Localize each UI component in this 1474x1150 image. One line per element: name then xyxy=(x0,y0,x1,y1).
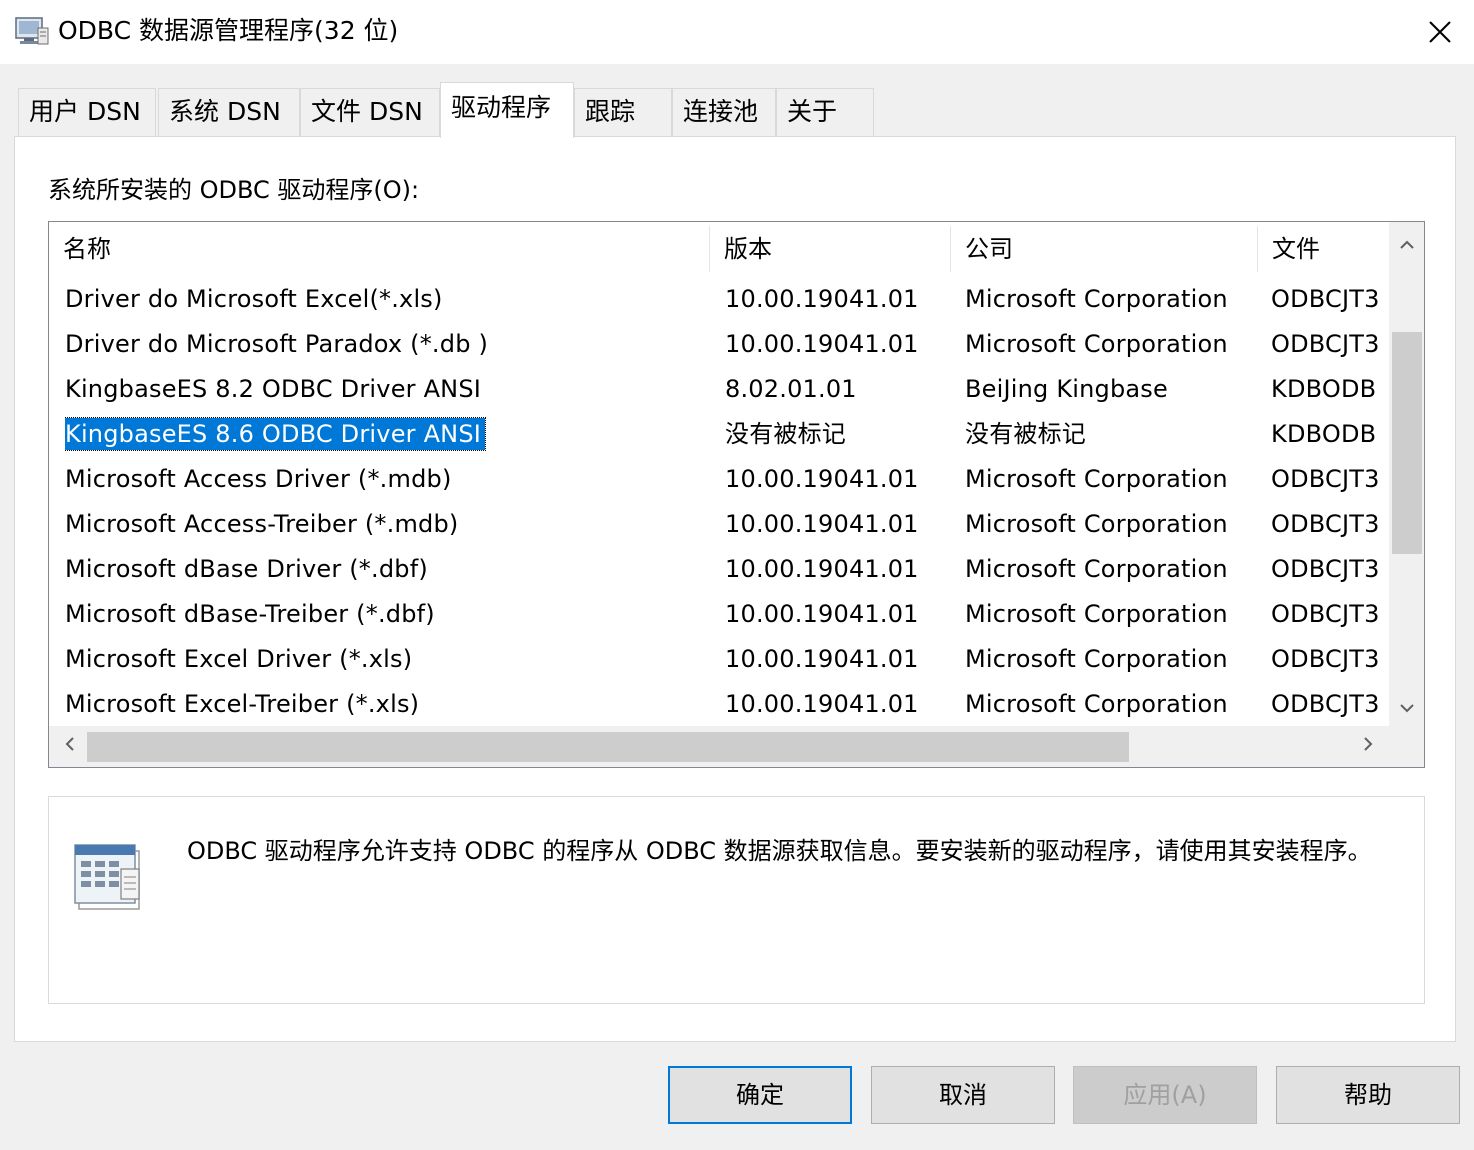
close-button[interactable] xyxy=(1412,10,1468,54)
driver-name: KingbaseES 8.6 ODBC Driver ANSI xyxy=(65,412,705,457)
driver-version: 8.02.01.01 xyxy=(725,375,857,403)
table-row[interactable]: Driver do Microsoft Paradox (*.db ) 10.0… xyxy=(49,322,1389,367)
table-row[interactable]: Microsoft Access Driver (*.mdb) 10.00.19… xyxy=(49,457,1389,502)
driver-version: 10.00.19041.01 xyxy=(725,465,919,493)
driver-version: 10.00.19041.01 xyxy=(725,690,919,718)
driver-version: 10.00.19041.01 xyxy=(725,555,919,583)
horizontal-scroll-thumb[interactable] xyxy=(87,732,1129,762)
table-row-selected[interactable]: KingbaseES 8.6 ODBC Driver ANSI 没有被标记 没有… xyxy=(49,412,1389,457)
scroll-up-arrow-icon[interactable] xyxy=(1389,226,1424,262)
driver-name: KingbaseES 8.2 ODBC Driver ANSI xyxy=(65,375,482,403)
driver-company: Microsoft Corporation xyxy=(965,600,1228,628)
driver-company: Microsoft Corporation xyxy=(965,330,1228,358)
tab-tracing[interactable]: 跟踪 xyxy=(574,88,672,136)
tab-connection-pooling[interactable]: 连接池 xyxy=(672,88,776,136)
ok-button[interactable]: 确定 xyxy=(668,1066,852,1124)
driver-info-text: ODBC 驱动程序允许支持 ODBC 的程序从 ODBC 数据源获取信息。要安装… xyxy=(187,837,1372,865)
driver-version: 10.00.19041.01 xyxy=(725,510,919,538)
table-row[interactable]: Microsoft Access-Treiber (*.mdb) 10.00.1… xyxy=(49,502,1389,547)
odbc-driver-icon xyxy=(73,841,145,917)
scroll-left-arrow-icon[interactable] xyxy=(51,729,87,765)
driver-company: Microsoft Corporation xyxy=(965,285,1228,313)
driver-file: ODBCJT3 xyxy=(1271,555,1380,583)
table-row[interactable]: KingbaseES 8.2 ODBC Driver ANSI 8.02.01.… xyxy=(49,367,1389,412)
close-icon xyxy=(1429,21,1451,43)
driver-version: 10.00.19041.01 xyxy=(725,645,919,673)
driver-file: ODBCJT3 xyxy=(1271,465,1380,493)
driver-name: Microsoft dBase Driver (*.dbf) xyxy=(65,555,428,583)
driver-name: Microsoft Excel Driver (*.xls) xyxy=(65,645,413,673)
driver-file: ODBCJT3 xyxy=(1271,690,1380,718)
table-row[interactable]: Microsoft dBase Driver (*.dbf) 10.00.190… xyxy=(49,547,1389,592)
window-title: ODBC 数据源管理程序(32 位) xyxy=(58,16,399,45)
driver-company: 没有被标记 xyxy=(965,420,1086,448)
vertical-scrollbar[interactable] xyxy=(1389,222,1424,726)
driver-version: 10.00.19041.01 xyxy=(725,600,919,628)
apply-button[interactable]: 应用(A) xyxy=(1073,1066,1257,1124)
driver-company: Microsoft Corporation xyxy=(965,645,1228,673)
table-row[interactable]: Microsoft dBase-Treiber (*.dbf) 10.00.19… xyxy=(49,592,1389,637)
table-row[interactable]: Driver do Microsoft Excel(*.xls) 10.00.1… xyxy=(49,277,1389,322)
driver-name: Microsoft Access Driver (*.mdb) xyxy=(65,465,452,493)
driver-info-box: ODBC 驱动程序允许支持 ODBC 的程序从 ODBC 数据源获取信息。要安装… xyxy=(48,796,1425,1004)
driver-name: Microsoft dBase-Treiber (*.dbf) xyxy=(65,600,435,628)
horizontal-scrollbar[interactable] xyxy=(49,726,1389,767)
drivers-list[interactable]: 名称 版本 公司 文件 Driver do Microsoft Excel(*.… xyxy=(48,221,1425,768)
driver-version: 没有被标记 xyxy=(725,420,846,448)
tab-about[interactable]: 关于 xyxy=(776,88,874,136)
driver-name: Driver do Microsoft Excel(*.xls) xyxy=(65,285,443,313)
tab-system-dsn[interactable]: 系统 DSN xyxy=(158,88,300,136)
help-button[interactable]: 帮助 xyxy=(1276,1066,1460,1124)
driver-company: Microsoft Corporation xyxy=(965,510,1228,538)
driver-file: ODBCJT3 xyxy=(1271,330,1380,358)
vertical-scroll-thumb[interactable] xyxy=(1392,332,1422,554)
cancel-button[interactable]: 取消 xyxy=(871,1066,1055,1124)
table-row[interactable]: Microsoft Excel Driver (*.xls) 10.00.190… xyxy=(49,637,1389,682)
drivers-list-label: 系统所安装的 ODBC 驱动程序(O): xyxy=(48,176,420,204)
odbc-app-icon xyxy=(14,14,50,46)
tab-file-dsn[interactable]: 文件 DSN xyxy=(300,88,440,136)
driver-version: 10.00.19041.01 xyxy=(725,330,919,358)
scroll-right-arrow-icon[interactable] xyxy=(1351,729,1387,765)
driver-company: Microsoft Corporation xyxy=(965,555,1228,583)
table-row[interactable]: Microsoft Excel-Treiber (*.xls) 10.00.19… xyxy=(49,682,1389,727)
driver-file: ODBCJT3 xyxy=(1271,285,1380,313)
driver-file: ODBCJT3 xyxy=(1271,645,1380,673)
driver-version: 10.00.19041.01 xyxy=(725,285,919,313)
scroll-down-arrow-icon[interactable] xyxy=(1389,690,1424,726)
column-header-company[interactable]: 公司 xyxy=(951,222,1257,276)
driver-file: ODBCJT3 xyxy=(1271,600,1380,628)
title-bar: ODBC 数据源管理程序(32 位) xyxy=(0,0,1474,64)
driver-file: ODBCJT3 xyxy=(1271,510,1380,538)
driver-name: Microsoft Excel-Treiber (*.xls) xyxy=(65,690,420,718)
driver-company: Microsoft Corporation xyxy=(965,690,1228,718)
driver-company: Microsoft Corporation xyxy=(965,465,1228,493)
tab-drivers[interactable]: 驱动程序 xyxy=(440,82,574,138)
column-header-file[interactable]: 文件 xyxy=(1258,222,1388,276)
scrollbar-corner xyxy=(1389,726,1424,767)
driver-name: Microsoft Access-Treiber (*.mdb) xyxy=(65,510,459,538)
driver-company: BeiJing Kingbase xyxy=(965,375,1168,403)
column-header-name[interactable]: 名称 xyxy=(49,222,709,276)
tab-user-dsn[interactable]: 用户 DSN xyxy=(18,88,156,136)
driver-file: KDBODB xyxy=(1271,420,1377,448)
column-header-version[interactable]: 版本 xyxy=(710,222,950,276)
driver-name: Driver do Microsoft Paradox (*.db ) xyxy=(65,330,489,358)
driver-file: KDBODB xyxy=(1271,375,1377,403)
